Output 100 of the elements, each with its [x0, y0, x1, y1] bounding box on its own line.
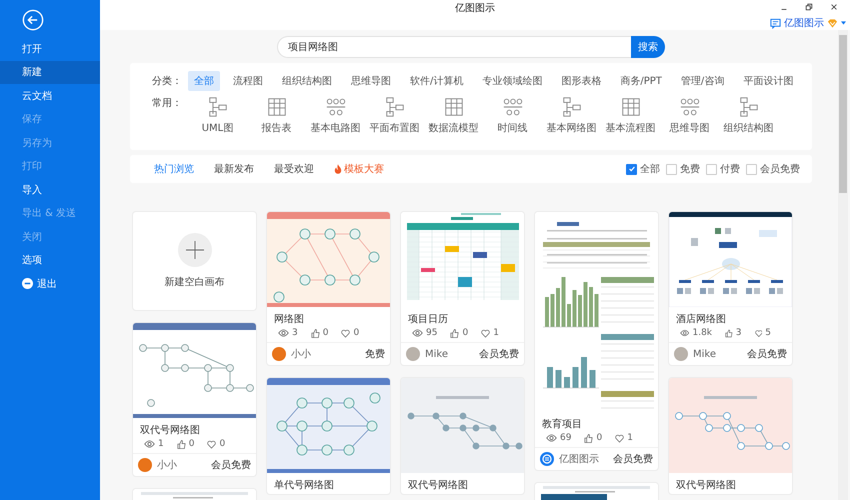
- category-tab[interactable]: 软件/计算机: [404, 71, 470, 91]
- template-card[interactable]: 项目日历 95 0 1 Mike 会员免费: [401, 212, 524, 365]
- category-tab[interactable]: 管理/咨询: [674, 71, 730, 91]
- thumbs-up-icon: [584, 434, 594, 442]
- diagram-icon[interactable]: [560, 96, 582, 118]
- author-name[interactable]: 亿图图示: [559, 452, 599, 466]
- diagram-icon[interactable]: [324, 96, 346, 118]
- template-title: 双代号网络图: [407, 479, 469, 493]
- template-title: 教育项目: [541, 418, 583, 432]
- author-name[interactable]: Mike: [425, 348, 448, 360]
- author-name[interactable]: 小小: [157, 458, 177, 472]
- sidebar-item[interactable]: 云文档: [0, 84, 100, 108]
- like-count: 3: [736, 328, 742, 338]
- category-tab[interactable]: 流程图: [227, 71, 269, 91]
- diagram-type-link[interactable]: 组织结构图: [724, 121, 774, 135]
- eye-icon: [278, 329, 289, 337]
- category-tab[interactable]: 组织结构图: [276, 71, 338, 91]
- new-canvas-label: 新建空白画布: [164, 276, 224, 289]
- diagram-icon[interactable]: [266, 96, 288, 118]
- search-button[interactable]: 搜索: [631, 36, 665, 58]
- caret-icon[interactable]: [841, 21, 846, 25]
- author-name[interactable]: Mike: [693, 348, 716, 360]
- minus-circle-icon: [22, 278, 33, 290]
- thumbs-up-icon: [310, 328, 320, 338]
- category-tab[interactable]: 平面设计图: [737, 71, 800, 91]
- category-tab[interactable]: 思维导图: [345, 71, 397, 91]
- sidebar-item[interactable]: 退出: [0, 272, 100, 296]
- back-icon[interactable]: [22, 9, 44, 31]
- scrollbar[interactable]: [838, 30, 848, 500]
- diagram-type-link[interactable]: 时间线: [498, 121, 528, 135]
- restore-icon[interactable]: [805, 3, 813, 11]
- eye-icon: [546, 434, 557, 442]
- window-title: 亿图图示: [455, 2, 495, 15]
- thumbs-up-icon: [450, 328, 460, 338]
- template-card[interactable]: 双代号网络图: [401, 378, 524, 494]
- filter-checkbox[interactable]: [626, 164, 637, 174]
- diagram-type-link[interactable]: 基本流程图: [606, 121, 656, 135]
- category-tab[interactable]: 专业领域绘图: [476, 71, 548, 91]
- template-title: 网络图: [273, 313, 305, 327]
- diagram-icon[interactable]: [502, 96, 524, 118]
- diagram-type-link[interactable]: UML图: [202, 121, 234, 135]
- template-card[interactable]: 双代号网络图 1 0 0 小小 会员免费: [133, 323, 256, 476]
- new-canvas-card[interactable]: 新建空白画布: [133, 212, 256, 310]
- like-count: 0: [322, 328, 328, 338]
- template-title: 双代号网络图: [675, 479, 737, 493]
- sidebar-item[interactable]: 新建: [0, 60, 100, 84]
- tab[interactable]: 最受欢迎: [274, 162, 314, 176]
- filter-label[interactable]: 免费: [680, 162, 700, 176]
- tab[interactable]: 热门浏览: [154, 162, 194, 176]
- diagram-icon[interactable]: [620, 96, 642, 118]
- price-label: 会员免费: [211, 458, 251, 472]
- thumbs-up-icon: [725, 328, 733, 338]
- filter-checkbox[interactable]: [666, 164, 677, 174]
- view-count: 1: [158, 439, 164, 449]
- close-icon[interactable]: [830, 3, 838, 11]
- heart-icon: [341, 328, 350, 338]
- diagram-icon[interactable]: [384, 96, 406, 118]
- filter-label[interactable]: 全部: [640, 162, 660, 176]
- heart-icon: [207, 440, 216, 448]
- diagram-icon[interactable]: [678, 96, 700, 118]
- diagram-type-link[interactable]: 数据流模型: [428, 121, 478, 135]
- view-count: 3: [292, 328, 298, 338]
- filter-label[interactable]: 会员免费: [760, 162, 800, 176]
- view-count: 1.8k: [692, 328, 712, 338]
- template-title: 项目日历: [407, 313, 449, 327]
- template-title: 单代号网络图: [273, 478, 335, 493]
- author-name[interactable]: 小小: [291, 347, 311, 361]
- diagram-type-link[interactable]: 报告表: [262, 121, 292, 135]
- template-card[interactable]: 酒店网络图 1.8k 3 5 Mike 会员免费: [669, 212, 792, 365]
- template-card[interactable]: 网络图 3 0 0 小小 免费: [267, 212, 390, 365]
- heart-icon: [615, 434, 624, 442]
- avatar: [138, 458, 152, 472]
- template-card[interactable]: 教育项目 69 0 1 亿图图示 会员免费: [535, 212, 658, 470]
- template-card[interactable]: 单代号网络图: [267, 378, 390, 494]
- tab[interactable]: 最新发布: [214, 162, 254, 176]
- search-field[interactable]: 项目网络图: [277, 36, 631, 58]
- message-icon[interactable]: [770, 18, 781, 28]
- diagram-type-link[interactable]: 基本电路图: [310, 121, 360, 135]
- filter-label[interactable]: 付费: [720, 162, 740, 176]
- flame-icon: [334, 164, 342, 174]
- category-label: 分类：: [152, 74, 183, 88]
- diagram-icon[interactable]: [738, 96, 760, 118]
- diagram-type-link[interactable]: 基本网络图: [546, 121, 596, 135]
- template-card[interactable]: 双代号网络图: [669, 378, 792, 494]
- account-name[interactable]: 亿图图示: [784, 16, 824, 30]
- sidebar-item[interactable]: 导入: [0, 178, 100, 202]
- category-tab[interactable]: 商务/PPT: [614, 71, 668, 91]
- sidebar-item[interactable]: 打开: [0, 37, 100, 60]
- diagram-type-link[interactable]: 平面布置图: [370, 121, 420, 135]
- diagram-type-link[interactable]: 思维导图: [670, 121, 710, 135]
- diagram-icon[interactable]: [206, 96, 228, 118]
- category-tab[interactable]: 图形表格: [555, 71, 608, 91]
- diagram-icon[interactable]: [442, 96, 464, 118]
- sidebar-item[interactable]: 选项: [0, 248, 100, 272]
- view-count: 95: [426, 328, 438, 338]
- eye-icon: [144, 440, 155, 448]
- common-label: 常用：: [152, 96, 183, 110]
- eye-icon: [680, 329, 690, 337]
- filter-checkbox[interactable]: [746, 164, 757, 174]
- filter-checkbox[interactable]: [706, 164, 717, 174]
